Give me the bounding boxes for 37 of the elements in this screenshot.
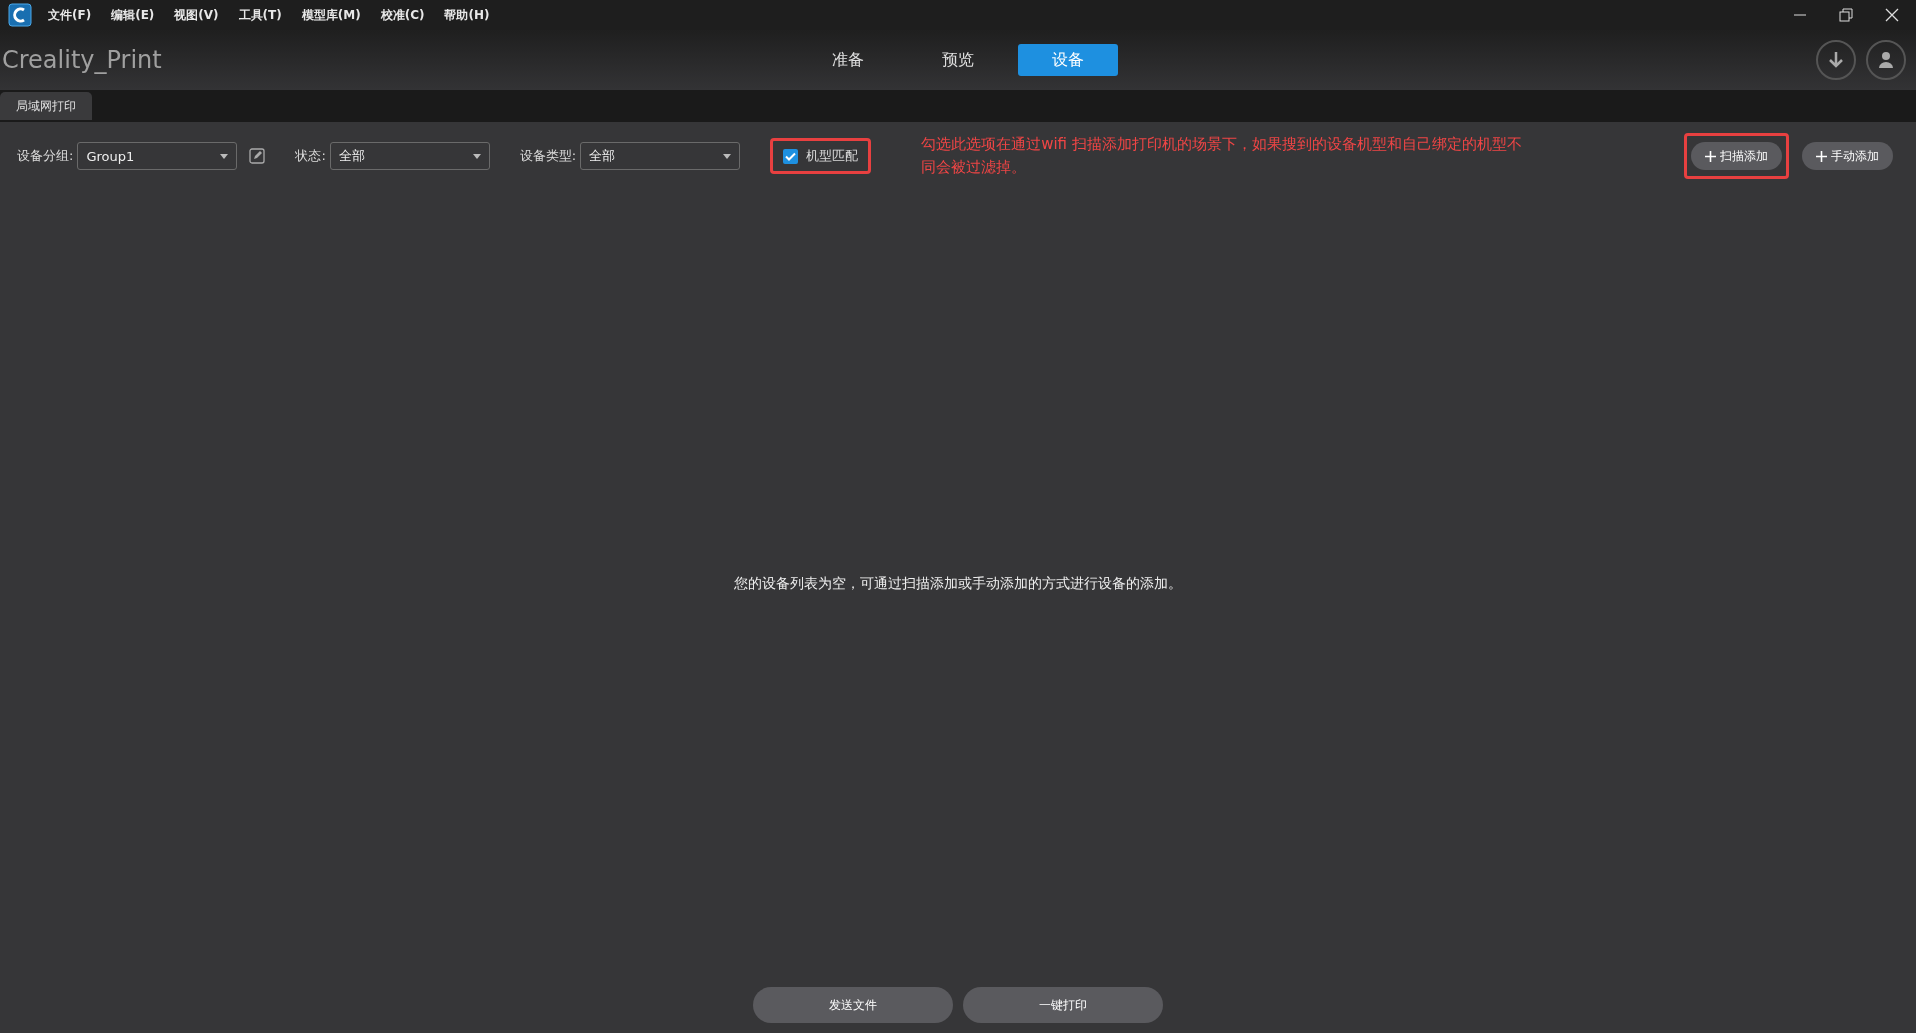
download-button[interactable] [1816,40,1856,80]
user-icon [1878,51,1894,69]
add-button[interactable]: 扫描添加 [1691,142,1782,170]
caret-icon [472,153,481,159]
app-logo [8,3,32,27]
menu-item[interactable]: 文件(F) [48,6,92,24]
mode-tab[interactable]: 准备 [798,44,898,76]
mode-tab[interactable]: 预览 [908,44,1008,76]
add-button[interactable]: 手动添加 [1802,142,1893,170]
dropdown[interactable]: Group1 [77,142,238,170]
caret-icon [723,153,732,159]
menu-item[interactable]: 视图(V) [174,6,219,24]
filter-label: 设备类型: [519,147,577,165]
menu-item[interactable]: 校准(C) [380,6,425,24]
user-button[interactable] [1866,40,1906,80]
filter-label: 状态: [295,147,326,165]
filter-label: 设备分组: [17,147,74,165]
checkbox-label: 机型匹配 [806,147,859,165]
dropdown[interactable]: 全部 [329,142,490,170]
arrow-down-icon [1828,51,1844,69]
action-button[interactable]: 发送文件 [753,987,953,1023]
action-button[interactable]: 一键打印 [963,987,1163,1023]
plus-icon [1816,150,1827,162]
menu-item[interactable]: 模型库(M) [301,6,361,24]
menu-item[interactable]: 工具(T) [238,6,282,24]
edit-icon[interactable] [249,148,266,164]
empty-message: 您的设备列表为空，可通过扫描添加或手动添加的方式进行设备的添加。 [734,574,1182,593]
app-title: Creality_Print [2,46,162,74]
plus-icon [1705,150,1716,162]
restore-icon[interactable] [1836,5,1856,25]
checkbox[interactable] [783,148,799,164]
menu-item[interactable]: 编辑(E) [111,6,155,24]
caret-icon [220,153,229,159]
menu-item[interactable]: 帮助(H) [444,6,490,24]
dropdown[interactable]: 全部 [580,142,741,170]
sub-tab[interactable]: 局域网打印 [0,92,92,120]
annotation-note: 勾选此选项在通过wifi 扫描添加打印机的场景下，如果搜到的设备机型和自己绑定的机型不同会被过滤掉。 [921,134,1523,178]
